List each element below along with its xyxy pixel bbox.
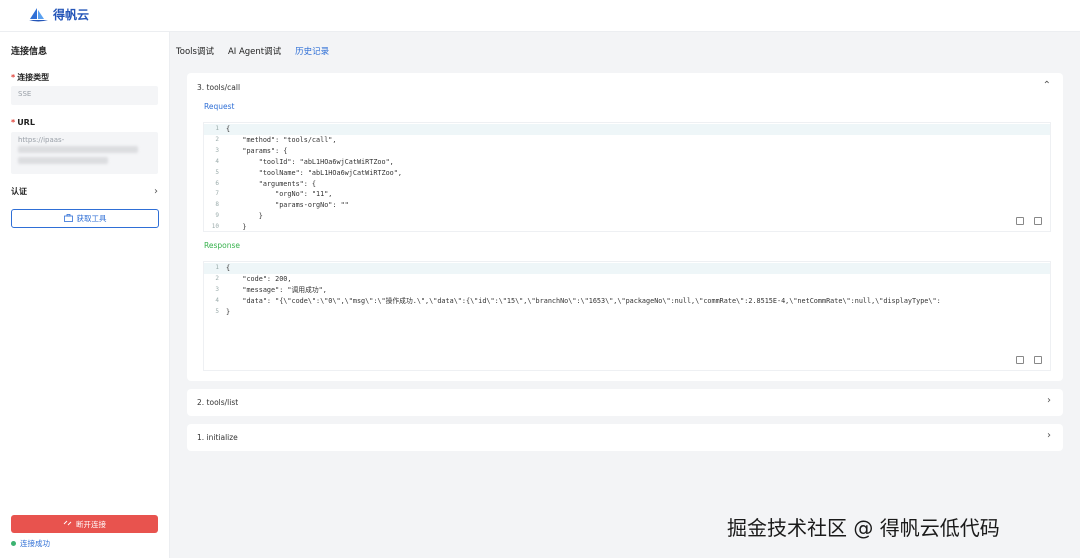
code-line: { xyxy=(226,125,231,133)
response-actions xyxy=(1016,356,1042,364)
tab-history[interactable]: 历史记录 xyxy=(295,45,329,57)
logo-text: 得帆云 xyxy=(53,8,90,22)
unlink-icon xyxy=(63,519,72,529)
line-number: 10 xyxy=(211,223,219,231)
sidebar-title: 连接信息 xyxy=(11,47,48,57)
redacted-url xyxy=(18,157,108,164)
line-number: 2 xyxy=(215,135,219,143)
code-line: } xyxy=(226,212,263,221)
code-line: "toolName": "abL1HOa6wjCatWiRTZoo", xyxy=(226,168,402,177)
history-item-initialize[interactable]: 1. initialize › xyxy=(187,424,1063,451)
top-bar: 得帆云 xyxy=(0,0,1080,32)
tab-bar: Tools调试 AI Agent调试 历史记录 xyxy=(176,45,329,57)
sail-logo-icon xyxy=(28,7,50,23)
copy-icon[interactable] xyxy=(1034,217,1042,225)
disconnect-label: 断开连接 xyxy=(76,519,106,529)
tab-ai-agent-debug[interactable]: AI Agent调试 xyxy=(228,45,281,57)
copy-icon[interactable] xyxy=(1034,356,1042,364)
line-number: 4 xyxy=(215,157,219,165)
code-line: { xyxy=(226,264,231,272)
code-line: } xyxy=(226,223,247,232)
format-icon[interactable] xyxy=(1016,217,1024,225)
watermark: 掘金技术社区 @ 得帆云低代码 xyxy=(727,516,1000,540)
history-item-tools-list[interactable]: 2. tools/list › xyxy=(187,389,1063,416)
chevron-right-icon[interactable]: › xyxy=(1047,430,1051,441)
code-line: "code": 200, xyxy=(226,274,292,283)
line-number: 2 xyxy=(215,274,219,282)
line-number: 3 xyxy=(215,285,219,293)
code-line: "method": "tools/call", xyxy=(226,135,337,144)
line-number: 9 xyxy=(215,212,219,220)
toolbox-icon xyxy=(63,213,73,224)
line-number: 1 xyxy=(215,264,219,271)
auth-row[interactable]: 认证 › xyxy=(11,184,158,198)
response-code-editor[interactable]: 1 {2 "code": 200, 3 "message": "调用成功", 4 "d… xyxy=(203,261,1051,371)
code-line: "orgNo": "11", xyxy=(226,190,333,199)
disconnect-button[interactable]: 断开连接 xyxy=(11,515,158,533)
line-number: 7 xyxy=(215,190,219,198)
line-number: 3 xyxy=(215,146,219,154)
code-line: "params-orgNo": "" xyxy=(226,201,349,210)
url-field[interactable]: https://ipaas- xyxy=(11,132,158,174)
url-label: * URL xyxy=(11,118,35,127)
connection-type-label: * 连接类型 xyxy=(11,73,50,82)
code-line: "arguments": { xyxy=(226,179,317,188)
connection-type-field[interactable]: SSE xyxy=(11,86,158,105)
code-line: "params": { xyxy=(226,146,288,155)
request-label: Request xyxy=(204,102,235,111)
fetch-tools-label: 获取工具 xyxy=(76,214,107,223)
format-icon[interactable] xyxy=(1016,356,1024,364)
response-label: Response xyxy=(204,241,241,250)
chevron-right-icon[interactable]: › xyxy=(1047,395,1051,406)
redacted-url xyxy=(18,146,138,153)
line-number: 8 xyxy=(215,201,219,209)
line-number: 5 xyxy=(215,307,219,315)
history-item-title[interactable]: 3. tools/call xyxy=(197,83,240,92)
code-line: } xyxy=(226,307,231,316)
fetch-tools-button[interactable]: 获取工具 xyxy=(11,209,159,228)
line-number: 4 xyxy=(215,296,219,304)
status-dot-icon xyxy=(11,541,16,546)
auth-label: 认证 xyxy=(11,186,27,196)
code-line: "data": "{\"code\":\"0\",\"msg\":\"操作成功.… xyxy=(226,296,941,305)
history-item-title: 1. initialize xyxy=(197,433,238,442)
line-number: 1 xyxy=(215,125,219,132)
url-value: https://ipaas- xyxy=(18,136,65,144)
chevron-right-icon: › xyxy=(154,185,158,197)
code-line: "toolId": "abL1HOa6wjCatWiRTZoo", xyxy=(226,157,394,166)
logo: 得帆云 xyxy=(28,6,89,23)
sidebar: 连接信息 * 连接类型 SSE * URL https://ipaas- 认证 › … xyxy=(0,32,170,558)
chevron-up-icon[interactable]: ⌃ xyxy=(1043,80,1051,91)
line-number: 6 xyxy=(215,179,219,187)
connection-status: 连接成功 xyxy=(11,538,50,549)
status-text: 连接成功 xyxy=(20,539,50,548)
line-number: 5 xyxy=(215,168,219,176)
code-line: "message": "调用成功", xyxy=(226,285,327,294)
request-actions xyxy=(1016,217,1042,225)
tab-tools-debug[interactable]: Tools调试 xyxy=(176,45,214,57)
request-code-editor[interactable]: 1 {2 "method": "tools/call", 3 "params": {… xyxy=(203,122,1051,232)
history-item-title: 2. tools/list xyxy=(197,398,239,407)
